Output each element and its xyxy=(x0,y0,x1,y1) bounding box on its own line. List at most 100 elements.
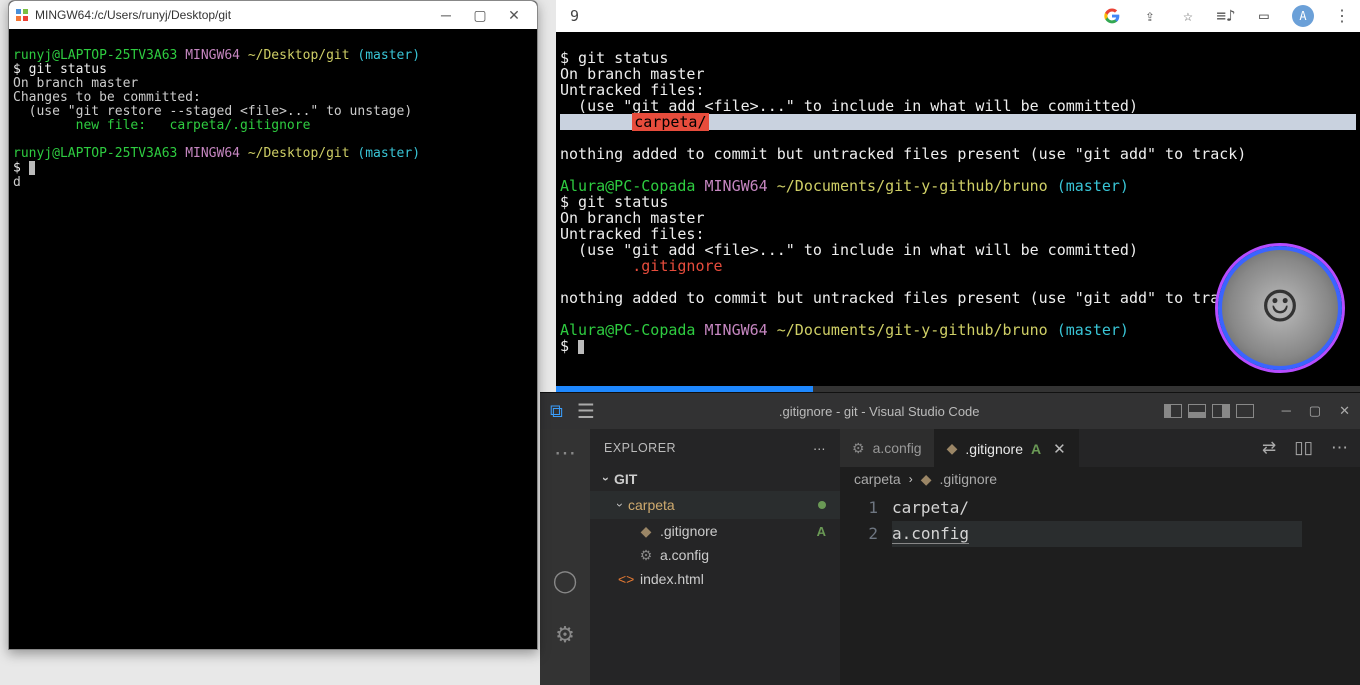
prompt-path: ~/Documents/git-y-github/bruno xyxy=(777,177,1048,195)
panel-icon[interactable]: ▭ xyxy=(1254,6,1274,26)
layout-grid-icon[interactable] xyxy=(1236,404,1254,418)
tree-file-aconfig[interactable]: ⚙ a.config xyxy=(590,543,840,567)
output-line: nothing added to commit but untracked fi… xyxy=(560,145,1246,163)
html-icon: <> xyxy=(618,571,634,587)
tab-label: .gitignore xyxy=(965,441,1023,457)
tab-aconfig[interactable]: ⚙ a.config xyxy=(840,429,935,467)
stray-char: d xyxy=(13,175,21,190)
google-icon[interactable] xyxy=(1102,6,1122,26)
breadcrumb[interactable]: carpeta › ◆ .gitignore xyxy=(840,467,1360,491)
editor-content[interactable]: 1 2 carpeta/ a.config xyxy=(840,491,1360,685)
browser-top-strip: 9 ⇪ ☆ ≡♪ ▭ A ⋮ xyxy=(556,0,1360,32)
prompt-env: MINGW64 xyxy=(185,48,240,63)
prompt-env: MINGW64 xyxy=(185,146,240,161)
prompt-user: Alura@PC-Copada xyxy=(560,321,695,339)
crumb-file[interactable]: .gitignore xyxy=(939,471,997,487)
scrollbar[interactable] xyxy=(1344,491,1360,685)
tree-root[interactable]: › GIT xyxy=(590,467,840,491)
prompt-branch: (master) xyxy=(357,146,420,161)
chevron-down-icon: › xyxy=(613,503,627,507)
vscode-logo-icon: ⧉ xyxy=(550,401,563,422)
tab-gitignore[interactable]: ◆ .gitignore A ✕ xyxy=(935,429,1079,467)
minimize-button[interactable]: ─ xyxy=(1282,403,1291,419)
output-line: On branch master xyxy=(13,76,138,91)
file-label: index.html xyxy=(640,571,704,587)
line-number: 1 xyxy=(840,495,878,521)
minimap[interactable] xyxy=(1302,491,1344,685)
playlist-icon[interactable]: ≡♪ xyxy=(1216,6,1236,26)
layout-right-icon[interactable] xyxy=(1212,404,1230,418)
right-terminal-window: 9 ⇪ ☆ ≡♪ ▭ A ⋮ $ git status On branch ma… xyxy=(556,0,1360,392)
prompt-path: ~/Desktop/git xyxy=(248,48,350,63)
layout-left-icon[interactable] xyxy=(1164,404,1182,418)
gear-icon: ⚙ xyxy=(852,440,865,457)
mingw-logo-icon xyxy=(15,8,29,22)
editor-line[interactable]: a.config xyxy=(892,521,1302,547)
cmd-line: $ git status xyxy=(13,62,107,77)
more-icon[interactable]: ⋯ xyxy=(1331,438,1348,458)
chevron-right-icon: › xyxy=(909,472,913,486)
maximize-button[interactable]: ▢ xyxy=(463,1,497,29)
tree-file-gitignore[interactable]: ◆ .gitignore A xyxy=(590,519,840,543)
prompt-user: runyj@LAPTOP-25TV3A63 xyxy=(13,48,177,63)
account-icon[interactable]: ◯ xyxy=(551,567,579,595)
maximize-button[interactable]: ▢ xyxy=(1309,403,1321,419)
cursor-icon xyxy=(578,340,584,354)
hamburger-icon[interactable]: ☰ xyxy=(577,399,595,424)
editor-tabs: ⚙ a.config ◆ .gitignore A ✕ ⇄ ▯▯ ⋯ xyxy=(840,429,1360,467)
gear-icon[interactable]: ⚙ xyxy=(551,621,579,649)
selected-line: carpeta/ xyxy=(560,114,1356,130)
file-icon: ◆ xyxy=(638,523,654,540)
editor-line[interactable]: carpeta/ xyxy=(892,495,1302,521)
git-status-badge: A xyxy=(817,524,826,539)
file-icon: ◆ xyxy=(921,471,932,488)
highlighted-untracked: carpeta/ xyxy=(632,113,708,131)
cursor-icon xyxy=(29,161,35,175)
file-label: a.config xyxy=(660,547,709,563)
editor-layout-icons[interactable] xyxy=(1164,404,1254,418)
layout-bottom-icon[interactable] xyxy=(1188,404,1206,418)
root-label: GIT xyxy=(614,471,637,487)
star-icon[interactable]: ☆ xyxy=(1178,6,1198,26)
prompt-branch: (master) xyxy=(357,48,420,63)
editor-area: ⚙ a.config ◆ .gitignore A ✕ ⇄ ▯▯ ⋯ carpe… xyxy=(840,429,1360,685)
vscode-titlebar[interactable]: ⧉ ☰ .gitignore - git - Visual Studio Cod… xyxy=(540,393,1360,429)
gear-icon: ⚙ xyxy=(638,547,654,564)
tree-folder-carpeta[interactable]: › carpeta xyxy=(590,491,840,519)
left-terminal-titlebar[interactable]: MINGW64:/c/Users/runyj/Desktop/git ─ ▢ ✕ xyxy=(9,1,537,29)
left-terminal-body[interactable]: runyj@LAPTOP-25TV3A63 MINGW64 ~/Desktop/… xyxy=(9,29,537,649)
file-icon: ◆ xyxy=(947,440,958,457)
minimize-button[interactable]: ─ xyxy=(429,1,463,29)
output-new-file: new file: carpeta/.gitignore xyxy=(13,118,310,133)
profile-avatar[interactable]: A xyxy=(1292,5,1314,27)
more-icon[interactable]: ⋯ xyxy=(813,441,826,456)
prompt-branch: (master) xyxy=(1057,321,1129,339)
presenter-avatar-icon: ☺ xyxy=(1218,246,1342,370)
close-button[interactable]: ✕ xyxy=(1339,403,1350,419)
tab-actions: ⇄ ▯▯ ⋯ xyxy=(1250,429,1360,467)
kebab-icon[interactable]: ⋮ xyxy=(1332,6,1352,26)
line-gutter: 1 2 xyxy=(840,491,892,685)
prompt-path: ~/Desktop/git xyxy=(248,146,350,161)
output-line: Changes to be committed: xyxy=(13,90,201,105)
modified-dot-icon xyxy=(818,501,826,509)
more-icon[interactable]: ⋯ xyxy=(551,439,579,467)
crumb-folder[interactable]: carpeta xyxy=(854,471,901,487)
git-status-badge: A xyxy=(1031,441,1041,457)
prompt-path: ~/Documents/git-y-github/bruno xyxy=(777,321,1048,339)
split-icon[interactable]: ▯▯ xyxy=(1294,438,1313,458)
close-icon[interactable]: ✕ xyxy=(1053,440,1066,458)
share-icon[interactable]: ⇪ xyxy=(1140,6,1160,26)
prompt-branch: (master) xyxy=(1057,177,1129,195)
explorer-label: EXPLORER xyxy=(604,441,676,455)
tab-label: a.config xyxy=(873,440,922,456)
explorer-sidebar: EXPLORER ⋯ › GIT › carpeta ◆ .gitignore … xyxy=(590,429,840,685)
editor-lines[interactable]: carpeta/ a.config xyxy=(892,491,1302,685)
prompt-symbol: $ xyxy=(560,337,578,355)
left-terminal-title: MINGW64:/c/Users/runyj/Desktop/git xyxy=(35,8,231,22)
chevron-down-icon: › xyxy=(599,477,613,481)
output-line: nothing added to commit but untracked fi… xyxy=(560,289,1246,307)
close-button[interactable]: ✕ xyxy=(497,1,531,29)
compare-icon[interactable]: ⇄ xyxy=(1262,438,1276,458)
tree-file-index[interactable]: <> index.html xyxy=(590,567,840,591)
